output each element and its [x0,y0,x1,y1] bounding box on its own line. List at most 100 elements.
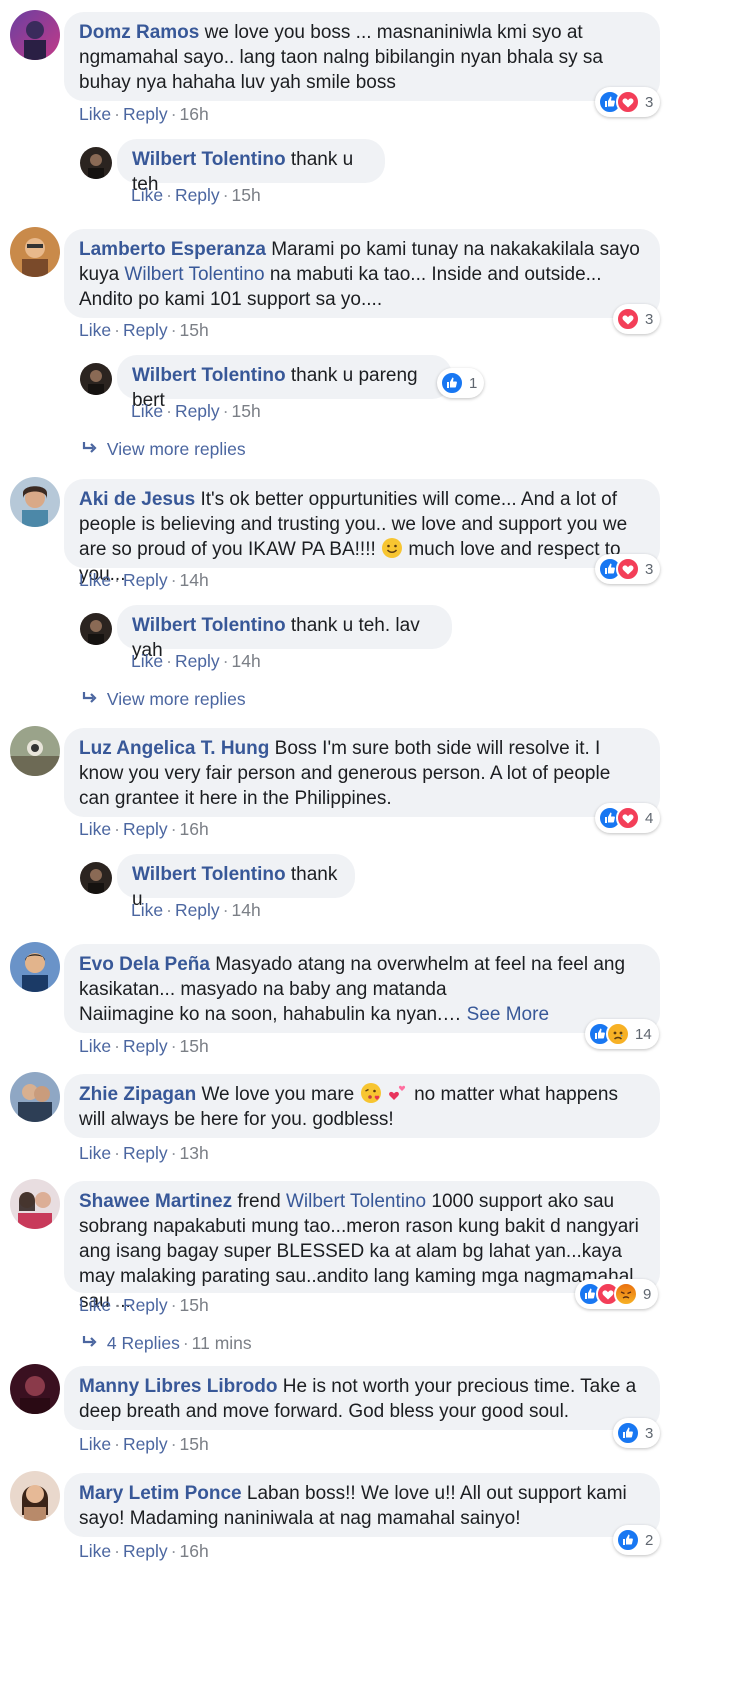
reply-link[interactable]: Reply [123,819,168,839]
like-link[interactable]: Like [79,819,111,839]
comment-bubble: Manny Libres Librodo He is not worth you… [64,1366,660,1430]
comment-author[interactable]: Wilbert Tolentino [132,149,286,170]
like-link[interactable]: Like [131,185,163,205]
timestamp[interactable]: 15h [180,1036,209,1056]
reply-link[interactable]: Reply [123,320,168,340]
comment-bubble: Mary Letim Ponce Laban boss!! We love u!… [64,1473,660,1537]
comment-author[interactable]: Wilbert Tolentino [132,365,286,386]
avatar[interactable] [80,147,112,179]
mention-link[interactable]: Wilbert Tolentino [124,264,264,285]
reply-link[interactable]: Reply [175,401,220,421]
comment-actions: Like · Reply · 16h [79,819,209,839]
comment-author[interactable]: Wilbert Tolentino [132,615,286,636]
reply-link[interactable]: Reply [123,1143,168,1163]
avatar[interactable] [10,726,60,776]
comment-actions: Like · Reply · 13h [79,1143,209,1163]
reaction-summary[interactable]: 3 [613,1418,661,1448]
reply-link[interactable]: Reply [123,1295,168,1315]
like-link[interactable]: Like [131,401,163,421]
avatar[interactable] [10,942,60,992]
reply-link[interactable]: Reply [123,104,168,124]
like-link[interactable]: Like [131,900,163,920]
avatar[interactable] [10,477,60,527]
reaction-summary[interactable]: 3 [595,87,661,117]
like-link[interactable]: Like [79,570,111,590]
reaction-summary[interactable]: 4 [595,803,661,833]
like-link[interactable]: Like [79,1295,111,1315]
view-more-replies[interactable]: View more replies [82,688,246,710]
reaction-count: 3 [645,1424,654,1442]
avatar[interactable] [10,227,60,277]
comment-actions: Like · Reply · 14h [131,900,261,920]
like-link[interactable]: Like [79,1541,111,1561]
comment-actions: Like · Reply · 15h [79,1036,209,1056]
timestamp[interactable]: 14h [232,900,261,920]
like-link[interactable]: Like [79,320,111,340]
comment-bubble: Aki de Jesus It's ok better oppurtunitie… [64,479,660,585]
comment-author[interactable]: Domz Ramos [79,22,199,43]
avatar[interactable] [80,862,112,894]
angry-icon [614,1282,638,1306]
timestamp[interactable]: 14h [232,651,261,671]
comment-author[interactable]: Wilbert Tolentino [132,864,286,885]
like-link[interactable]: Like [79,1143,111,1163]
reply-link[interactable]: Reply [123,1434,168,1454]
comment-author[interactable]: Shawee Martinez [79,1191,232,1212]
love-icon [616,806,640,830]
comment-actions: Like · Reply · 16h [79,1541,209,1561]
comment-author[interactable]: Luz Angelica T. Hung [79,738,269,759]
timestamp[interactable]: 15h [180,320,209,340]
timestamp[interactable]: 15h [180,1295,209,1315]
reaction-summary[interactable]: 3 [613,304,661,334]
like-link[interactable]: Like [79,1434,111,1454]
timestamp[interactable]: 16h [180,819,209,839]
timestamp[interactable]: 15h [180,1434,209,1454]
reply-link[interactable]: Reply [175,900,220,920]
reply-arrow-icon [82,688,102,710]
avatar[interactable] [10,1364,60,1414]
reply-link[interactable]: Reply [123,1036,168,1056]
like-link[interactable]: Like [79,1036,111,1056]
comment-bubble: Zhie Zipagan We love you mare no matter … [64,1074,660,1138]
reply-link[interactable]: Reply [175,185,220,205]
reaction-summary[interactable]: 3 [595,554,661,584]
avatar[interactable] [10,1072,60,1122]
view-more-replies[interactable]: View more replies [82,438,246,460]
two-hearts-emoji-icon [387,1082,409,1104]
like-link[interactable]: Like [79,104,111,124]
comment-author[interactable]: Manny Libres Librodo [79,1376,277,1397]
avatar[interactable] [10,10,60,60]
like-link[interactable]: Like [131,651,163,671]
comment-author[interactable]: Evo Dela Peña [79,954,210,975]
reply-link[interactable]: Reply [123,1541,168,1561]
see-more-link[interactable]: See More [467,1004,549,1025]
timestamp[interactable]: 14h [180,570,209,590]
timestamp[interactable]: 15h [232,401,261,421]
reaction-summary[interactable]: 2 [613,1525,661,1555]
comment-author[interactable]: Aki de Jesus [79,489,195,510]
reaction-summary[interactable]: 1 [437,368,485,398]
comment-bubble: Domz Ramos we love you boss ... masnanin… [64,12,660,101]
timestamp[interactable]: 16h [180,1541,209,1561]
reaction-summary[interactable]: 14 [585,1019,659,1049]
timestamp[interactable]: 16h [180,104,209,124]
comment-actions: Like · Reply · 14h [131,651,261,671]
reply-link[interactable]: Reply [175,651,220,671]
mention-link[interactable]: Wilbert Tolentino [286,1191,426,1212]
reply-link[interactable]: Reply [123,570,168,590]
reply-arrow-icon [82,1332,102,1354]
comment-author[interactable]: Lamberto Esperanza [79,239,266,260]
reaction-count: 3 [645,310,654,328]
comment-author[interactable]: Zhie Zipagan [79,1084,196,1105]
avatar[interactable] [10,1471,60,1521]
comment-author[interactable]: Mary Letim Ponce [79,1483,242,1504]
timestamp[interactable]: 13h [180,1143,209,1163]
reaction-summary[interactable]: 9 [575,1279,659,1309]
avatar[interactable] [10,1179,60,1229]
like-icon [616,1421,640,1445]
replies-link[interactable]: 4 Replies · 11 mins [82,1332,252,1354]
kiss-emoji-icon [360,1082,382,1104]
avatar[interactable] [80,613,112,645]
timestamp[interactable]: 15h [232,185,261,205]
avatar[interactable] [80,363,112,395]
